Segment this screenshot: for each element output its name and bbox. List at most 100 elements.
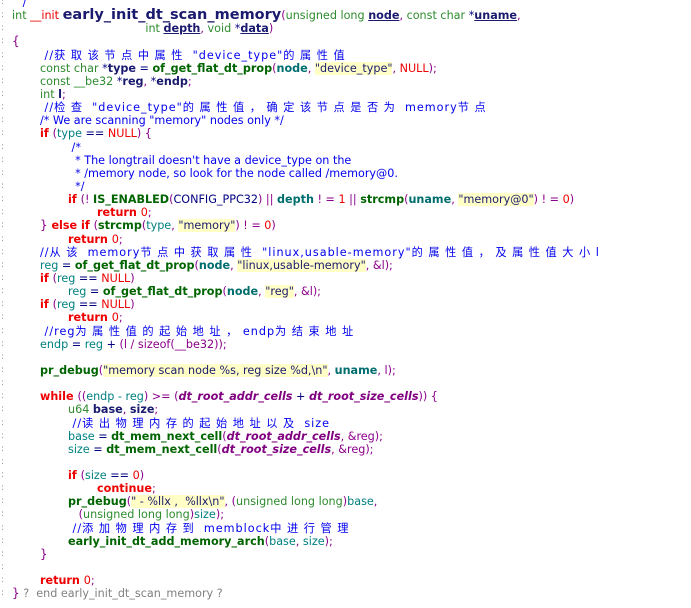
code-line[interactable]: :} <box>0 547 691 561</box>
code-text: pr_debug(" - %llx , %llx\n", (unsigned l… <box>68 495 377 509</box>
code-line[interactable]: : if (reg == NULL) <box>0 298 691 311</box>
code-editor[interactable]: : /: int __init early_init_dt_scan_memory… <box>0 0 691 608</box>
code-line[interactable]: : pr_debug("memory scan node %s, reg size… <box>0 363 691 377</box>
code-line[interactable]: : //检 查 "device_type"的 属 性 值 ， 确 定 该 节 点… <box>0 101 691 114</box>
punctuation: ) <box>130 271 135 285</box>
gutter-marker: : <box>1 312 5 323</box>
code-line[interactable]: : //从 该 memory节 点 中 获 取 属 性 "linux,usable… <box>0 246 691 259</box>
control-keyword: if <box>40 271 53 285</box>
control-keyword: if <box>40 127 53 141</box>
code-line[interactable]: : (unsigned long long)size); <box>0 508 691 521</box>
code-line[interactable]: : //添 加 物 理 内 存 到 memblock中 进 行 管 理 <box>0 522 691 535</box>
literal: 0 <box>140 206 148 220</box>
code-text: reg = of_get_flat_dt_prop(node, "linux,u… <box>40 258 393 272</box>
code-line[interactable]: : <box>0 377 691 390</box>
identifier: node <box>226 285 259 299</box>
code-line[interactable]: : int __init early_init_dt_scan_memory(un… <box>0 7 691 24</box>
code-line[interactable]: : size = dt_mem_next_cell(dt_root_size_ce… <box>0 443 691 456</box>
type-keyword: int <box>124 22 164 36</box>
operator: CONFIG_PPC32 <box>173 193 258 207</box>
code-text: / <box>12 0 27 9</box>
code-text: /* <box>68 141 81 154</box>
punctuation: ); <box>324 534 333 548</box>
gutter-marker: : <box>1 62 5 73</box>
code-line[interactable]: : const __be32 *reg, *endp; <box>0 75 691 88</box>
code-line[interactable]: : return 0; <box>0 574 691 587</box>
literal: 0 <box>83 574 91 588</box>
identifier: size <box>68 442 90 456</box>
type-keyword: u64 <box>68 403 93 417</box>
code-line[interactable]: : const char *type = of_get_flat_dt_prop(… <box>0 61 691 75</box>
code-line[interactable]: : return 0; <box>0 233 691 246</box>
code-line[interactable]: : int depth, void *data) <box>0 22 691 35</box>
operator: = <box>94 429 112 443</box>
code-line[interactable]: : pr_debug(" - %llx , %llx\n", (unsigned … <box>0 495 691 509</box>
comment: //读 出 物 理 内 存 的 起 始 地 址 以 及 size <box>68 416 331 430</box>
code-line[interactable]: : int l; <box>0 88 691 101</box>
code-line[interactable]: : <box>0 351 691 364</box>
punctuation: , <box>295 534 303 548</box>
control-keyword: return <box>97 206 141 220</box>
code-line[interactable]: : while ((endp - reg) >= (dt_root_addr_ce… <box>0 390 691 403</box>
punctuation: , &reg); <box>340 429 383 443</box>
code-line[interactable]: : continue; <box>0 482 691 495</box>
string-literal: "memory scan node %s, reg size %d,\n" <box>103 363 328 377</box>
code-line[interactable]: : if (size == 0) <box>0 469 691 482</box>
code-line[interactable]: : return 0; <box>0 311 691 324</box>
identifier: reg <box>84 337 104 351</box>
code-line[interactable]: :} ? end early_init_dt_scan_memory ? <box>0 587 691 601</box>
code-line[interactable]: : */ <box>0 180 691 193</box>
code-line[interactable]: : <box>0 561 691 574</box>
code-text: { <box>12 35 20 48</box>
code-line[interactable]: : <box>0 456 691 469</box>
operator: = <box>68 337 85 351</box>
gutter-marker: : <box>1 286 5 297</box>
code-line[interactable]: : //获 取 该 节 点 中 属 性 "device_type"的 属 性 值 <box>0 49 691 62</box>
punctuation: (l / sizeof(__be32)); <box>119 337 227 351</box>
code-text: */ <box>68 180 84 193</box>
code-line[interactable]: : base = dt_mem_next_cell(dt_root_addr_ce… <box>0 430 691 443</box>
code-line[interactable]: : /* <box>0 141 691 154</box>
code-line[interactable]: : * /memory node, so look for the node c… <box>0 167 691 180</box>
comment: */ <box>68 179 85 193</box>
code-line[interactable]: : if (reg == NULL) <box>0 272 691 285</box>
gutter-marker: : <box>1 220 5 231</box>
code-line[interactable]: : * The longtrail doesn't have a device_… <box>0 154 691 167</box>
gutter-marker: : <box>1 456 5 467</box>
gutter-marker: : <box>1 141 5 152</box>
punctuation: ! <box>84 193 94 207</box>
code-text: /* We are scanning "memory" nodes only *… <box>40 114 284 127</box>
code-line[interactable]: : if (type == NULL) { <box>0 127 691 140</box>
code-line[interactable]: : reg = of_get_flat_dt_prop(node, "reg", … <box>0 285 691 299</box>
code-line[interactable]: :{ <box>0 35 691 48</box>
code-line[interactable]: : u64 base, size; <box>0 403 691 416</box>
code-text: } else if (strcmp(type, "memory") ! = 0) <box>40 219 276 233</box>
code-line[interactable]: : return 0; <box>0 206 691 219</box>
function-call: of_get_flat_dt_prop <box>152 61 273 75</box>
punctuation: , &reg); <box>331 442 374 456</box>
code-text: u64 base, size; <box>68 403 158 416</box>
function-call: pr_debug <box>40 363 99 377</box>
parameter: node <box>368 9 400 23</box>
gutter-marker: : <box>1 259 5 270</box>
code-line[interactable]: : endp = reg + (l / sizeof(__be32)); <box>0 338 691 351</box>
gutter-marker: : <box>1 23 5 34</box>
variable-decl: type <box>107 61 136 75</box>
string-literal: "linux,usable-memory" <box>237 258 366 272</box>
code-line[interactable]: : //reg为 属 性 值 的 起 始 地 址 ， endp为 结 束 地 址 <box>0 325 691 338</box>
gutter-marker: : <box>1 443 5 454</box>
punctuation: ); <box>428 61 437 75</box>
comment: * The longtrail doesn't have a device_ty… <box>68 153 352 167</box>
code-line[interactable]: : /* We are scanning "memory" nodes only … <box>0 114 691 127</box>
code-line[interactable]: : if (! IS_ENABLED(CONFIG_PPC32) || depth… <box>0 193 691 207</box>
code-line[interactable]: : //读 出 物 理 内 存 的 起 始 地 址 以 及 size <box>0 417 691 430</box>
punctuation: ); <box>215 508 224 522</box>
code-line[interactable]: : } else if (strcmp(type, "memory") ! = 0… <box>0 219 691 233</box>
gutter-marker: : <box>1 364 5 375</box>
code-line[interactable]: : reg = of_get_flat_dt_prop(node, "linux,… <box>0 258 691 272</box>
identifier: reg <box>68 285 87 299</box>
function-name: early_init_dt_scan_memory <box>62 7 282 24</box>
control-keyword: if <box>40 298 53 312</box>
code-line[interactable]: : early_init_dt_add_memory_arch(base, siz… <box>0 535 691 548</box>
code-text: size = dt_mem_next_cell(dt_root_size_cel… <box>68 443 373 456</box>
